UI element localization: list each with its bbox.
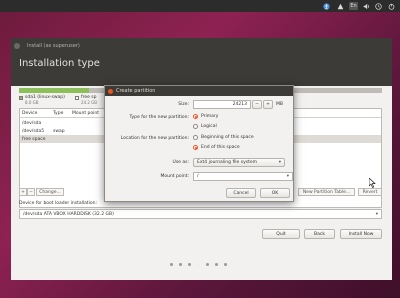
- install-now-button[interactable]: Install Now: [340, 229, 382, 239]
- radio-label: Logical: [201, 124, 217, 129]
- location-end-radio[interactable]: End of this space: [193, 145, 240, 150]
- new-partition-table-button[interactable]: New Partition Table...: [298, 188, 355, 196]
- progress-dot: [170, 263, 173, 266]
- clock-time[interactable]: [374, 2, 382, 10]
- column-mount-point[interactable]: Mount point: [72, 111, 99, 116]
- ok-button[interactable]: OK: [260, 188, 290, 198]
- chevron-down-icon[interactable]: ▾: [287, 173, 289, 181]
- quit-button[interactable]: Quit: [262, 229, 300, 239]
- window-header: Install (as superuser) Installation type: [11, 38, 392, 86]
- accessibility-icon[interactable]: [322, 2, 330, 10]
- mount-point-input[interactable]: / ▾: [193, 172, 293, 181]
- boot-loader-select[interactable]: /dev/sda ATA VBOX HARDDISK (32.2 GB) ▾: [19, 209, 382, 219]
- progress-dot: [179, 263, 182, 266]
- column-type[interactable]: Type: [53, 111, 63, 116]
- close-icon[interactable]: [14, 43, 20, 49]
- location-beginning-radio[interactable]: Beginning of this space: [193, 135, 254, 140]
- location-label: Location for the new partition:: [120, 136, 189, 141]
- legend-size: 8.0 GB: [25, 100, 39, 105]
- back-button[interactable]: Back: [304, 229, 335, 239]
- keyboard-layout-indicator[interactable]: En: [349, 2, 358, 10]
- size-unit: MB: [276, 102, 283, 107]
- change-partition-button[interactable]: Change...: [36, 188, 64, 196]
- volume-icon[interactable]: [362, 2, 370, 10]
- radio-indicator: [193, 135, 198, 140]
- boot-loader-label: Device for boot loader installation:: [19, 201, 98, 206]
- progress-dot: [197, 263, 200, 266]
- chevron-down-icon: ▾: [278, 160, 281, 165]
- top-panel: En: [0, 0, 400, 12]
- power-icon[interactable]: [387, 2, 395, 10]
- mount-point-value: /: [197, 174, 199, 179]
- legend-size: 24.2 GB: [81, 100, 98, 105]
- add-partition-button[interactable]: +: [19, 188, 27, 196]
- column-device[interactable]: Device: [22, 111, 37, 116]
- radio-label: End of this space: [201, 145, 240, 150]
- use-as-value: Ext4 journaling file system: [197, 160, 257, 165]
- dialog-title: Create partition: [116, 88, 156, 94]
- boot-loader-value: /dev/sda ATA VBOX HARDDISK (32.2 GB): [23, 212, 114, 217]
- size-input[interactable]: 24213: [193, 100, 251, 109]
- chevron-down-icon: ▾: [375, 212, 378, 217]
- progress-dots: [170, 263, 227, 266]
- use-as-select[interactable]: Ext4 journaling file system ▾: [193, 158, 285, 167]
- cell-device: /dev/sda: [22, 121, 42, 126]
- use-as-label: Use as:: [172, 160, 189, 165]
- remove-partition-button[interactable]: −: [27, 188, 35, 196]
- cell-type: swap: [53, 129, 65, 134]
- progress-dot: [224, 263, 227, 266]
- type-primary-radio[interactable]: Primary: [193, 114, 218, 119]
- radio-label: Primary: [201, 114, 219, 119]
- radio-label: Beginning of this space: [201, 135, 254, 140]
- window-title: Install (as superuser): [27, 43, 80, 49]
- page-title: Installation type: [19, 58, 100, 69]
- radio-indicator: [193, 124, 198, 129]
- cell-device: /dev/sda5: [22, 129, 45, 134]
- legend-swatch: [19, 95, 23, 100]
- desktop: En Install (as superuser) Installation t…: [0, 0, 400, 298]
- progress-dot: [215, 263, 218, 266]
- size-increase-button[interactable]: +: [263, 100, 273, 109]
- type-label: Type for the new partition:: [129, 115, 189, 120]
- mouse-cursor-icon: [368, 177, 376, 190]
- dialog-header: Create partition: [105, 86, 293, 96]
- progress-dot: [206, 263, 209, 266]
- cancel-button[interactable]: Cancel: [226, 188, 256, 198]
- type-logical-radio[interactable]: Logical: [193, 124, 217, 129]
- cell-device: free space: [22, 137, 46, 142]
- legend-swatch: [75, 95, 79, 100]
- mount-point-label: Mount point:: [160, 174, 189, 179]
- partition-bar-swap: [19, 88, 89, 93]
- size-label: Size:: [178, 102, 189, 107]
- network-icon[interactable]: [336, 2, 344, 10]
- size-decrease-button[interactable]: −: [252, 100, 262, 109]
- progress-dot: [188, 263, 191, 266]
- close-icon[interactable]: [108, 88, 113, 94]
- radio-indicator: [193, 145, 198, 150]
- radio-indicator: [193, 114, 198, 119]
- create-partition-dialog: Create partition Size: 24213 − + MB Type…: [104, 85, 294, 202]
